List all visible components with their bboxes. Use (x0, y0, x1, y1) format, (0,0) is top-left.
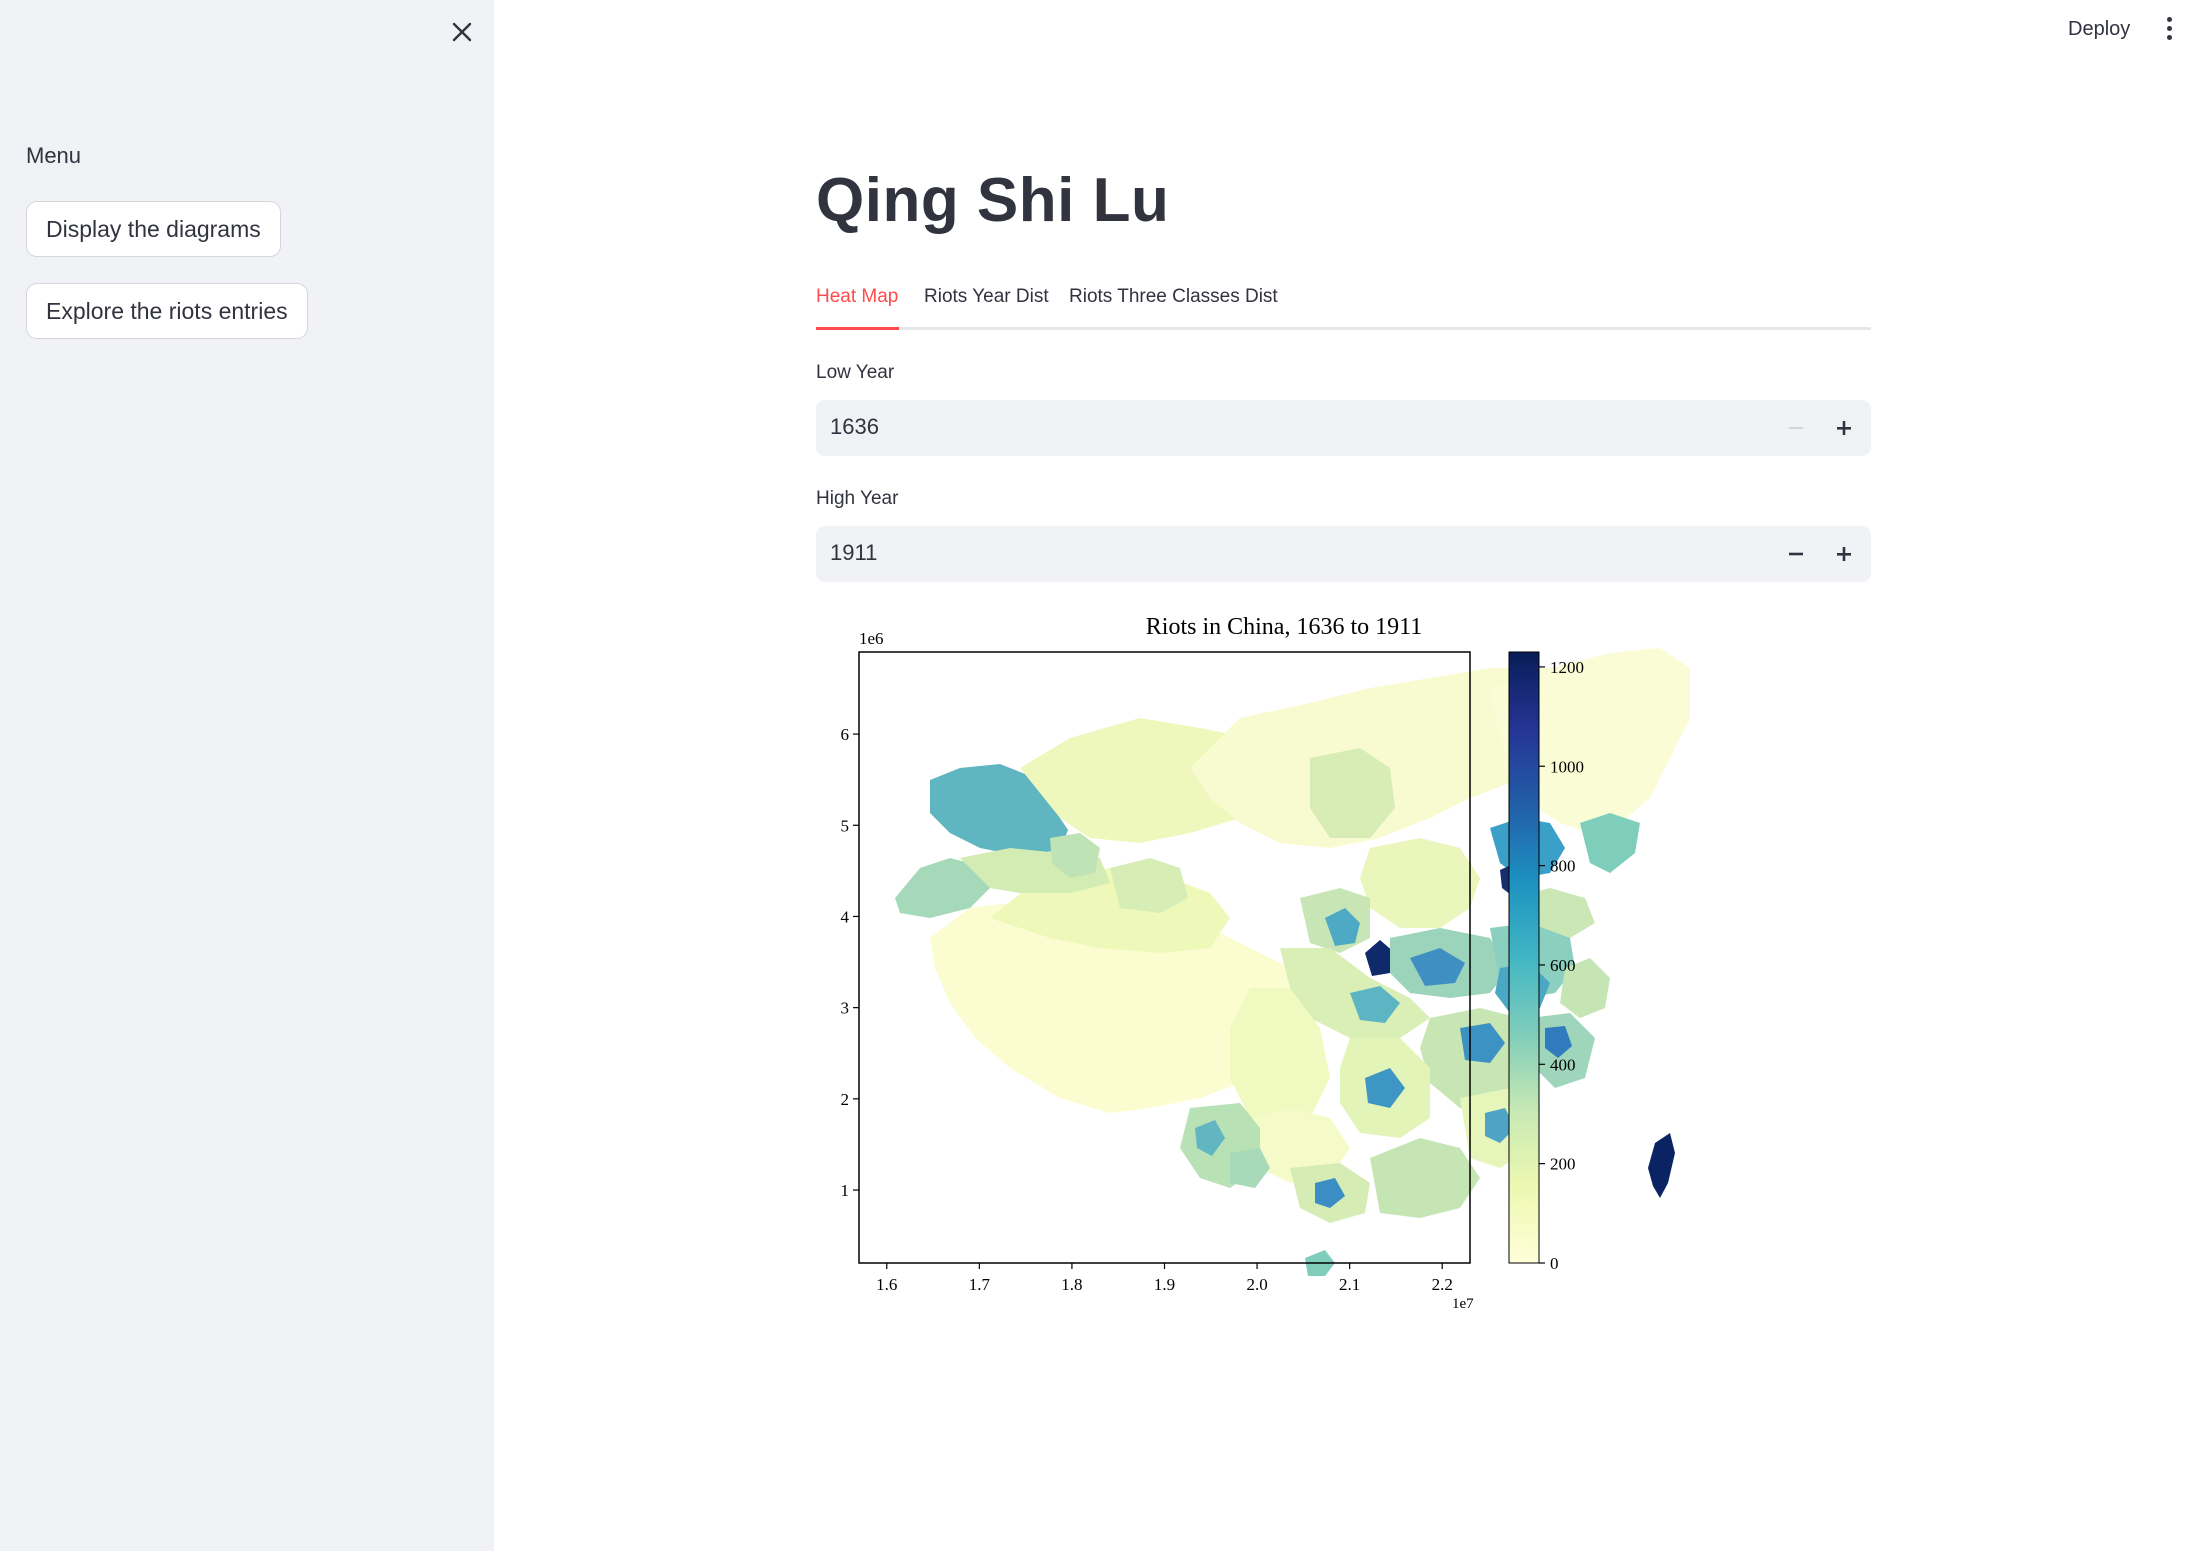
kebab-dot-icon (2166, 16, 2172, 22)
y-tick-label: 2 (841, 1090, 850, 1109)
kebab-dot-icon (2166, 34, 2172, 40)
close-icon (452, 22, 472, 42)
y-tick-label: 6 (841, 725, 850, 744)
tab-heat-map[interactable]: Heat Map (816, 286, 898, 308)
region-liaoning (1580, 813, 1640, 873)
y-axis: 1 2 3 4 5 6 (841, 725, 859, 1200)
x-tick-label: 1.6 (876, 1275, 897, 1294)
colorbar-tick-label: 800 (1550, 857, 1576, 876)
colorbar-tick-label: 0 (1550, 1254, 1559, 1273)
y-tick-label: 4 (841, 907, 850, 926)
colorbar-tick-label: 200 (1550, 1155, 1576, 1174)
x-tick-label: 2.2 (1432, 1275, 1453, 1294)
minus-icon (1789, 552, 1803, 556)
close-sidebar-button[interactable] (442, 12, 482, 52)
tab-riots-three-classes-dist[interactable]: Riots Three Classes Dist (1069, 286, 1278, 308)
explore-riots-button[interactable]: Explore the riots entries (26, 283, 308, 339)
y-tick-label: 5 (841, 816, 850, 835)
y-offset-label: 1e6 (859, 629, 884, 648)
region-guangdong (1370, 1138, 1480, 1218)
x-tick-label: 1.9 (1154, 1275, 1175, 1294)
low-year-increment-button[interactable] (1824, 408, 1864, 448)
region-shanxi (1360, 838, 1480, 928)
tab-riots-year-dist[interactable]: Riots Year Dist (924, 286, 1049, 308)
region-taiwan (1648, 1133, 1675, 1198)
colorbar-tick-label: 600 (1550, 956, 1576, 975)
y-tick-label: 1 (841, 1181, 850, 1200)
display-diagrams-button[interactable]: Display the diagrams (26, 201, 281, 257)
tab-bar: Heat Map Riots Year Dist Riots Three Cla… (816, 280, 1871, 330)
deploy-button[interactable]: Deploy (2060, 14, 2138, 45)
riots-heat-map-chart: Riots in China, 1636 to 1911 1e6 123456 … (841, 614, 1690, 1312)
sidebar: Menu Display the diagrams Explore the ri… (0, 0, 494, 1551)
high-year-input[interactable]: 1911 (816, 526, 1871, 582)
x-offset-label: 1e7 (1452, 1296, 1474, 1312)
high-year-value[interactable]: 1911 (830, 540, 877, 566)
active-tab-indicator (816, 327, 899, 330)
x-tick-label: 1.7 (969, 1275, 991, 1294)
page-title: Qing Shi Lu (816, 166, 1170, 235)
x-tick-label: 2.1 (1339, 1275, 1360, 1294)
colorbar (1508, 651, 1540, 1264)
low-year-value[interactable]: 1636 (830, 414, 879, 440)
minus-icon (1789, 427, 1803, 429)
high-year-decrement-button[interactable] (1776, 534, 1816, 574)
main-menu-button[interactable] (2158, 12, 2180, 44)
low-year-label: Low Year (816, 362, 895, 383)
chart-title: Riots in China, 1636 to 1911 (1146, 614, 1422, 640)
high-year-increment-button[interactable] (1824, 534, 1864, 574)
x-tick-label: 1.8 (1061, 1275, 1082, 1294)
x-tick-label: 2.0 (1246, 1275, 1267, 1294)
colorbar-tick-label: 400 (1550, 1055, 1576, 1074)
high-year-label: High Year (816, 488, 899, 509)
colorbar-tick-label: 1000 (1550, 757, 1584, 776)
y-tick-label: 3 (841, 999, 850, 1018)
plus-icon (1837, 421, 1851, 435)
plus-icon (1837, 547, 1851, 561)
menu-label: Menu (26, 143, 82, 168)
low-year-input[interactable]: 1636 (816, 400, 1871, 456)
low-year-decrement-button[interactable] (1776, 408, 1816, 448)
kebab-dot-icon (2166, 25, 2172, 31)
x-axis: 1.6 1.7 1.8 1.9 2.0 2.1 2.2 1e7 (876, 1263, 1474, 1312)
colorbar-tick-label: 1200 (1550, 658, 1584, 677)
